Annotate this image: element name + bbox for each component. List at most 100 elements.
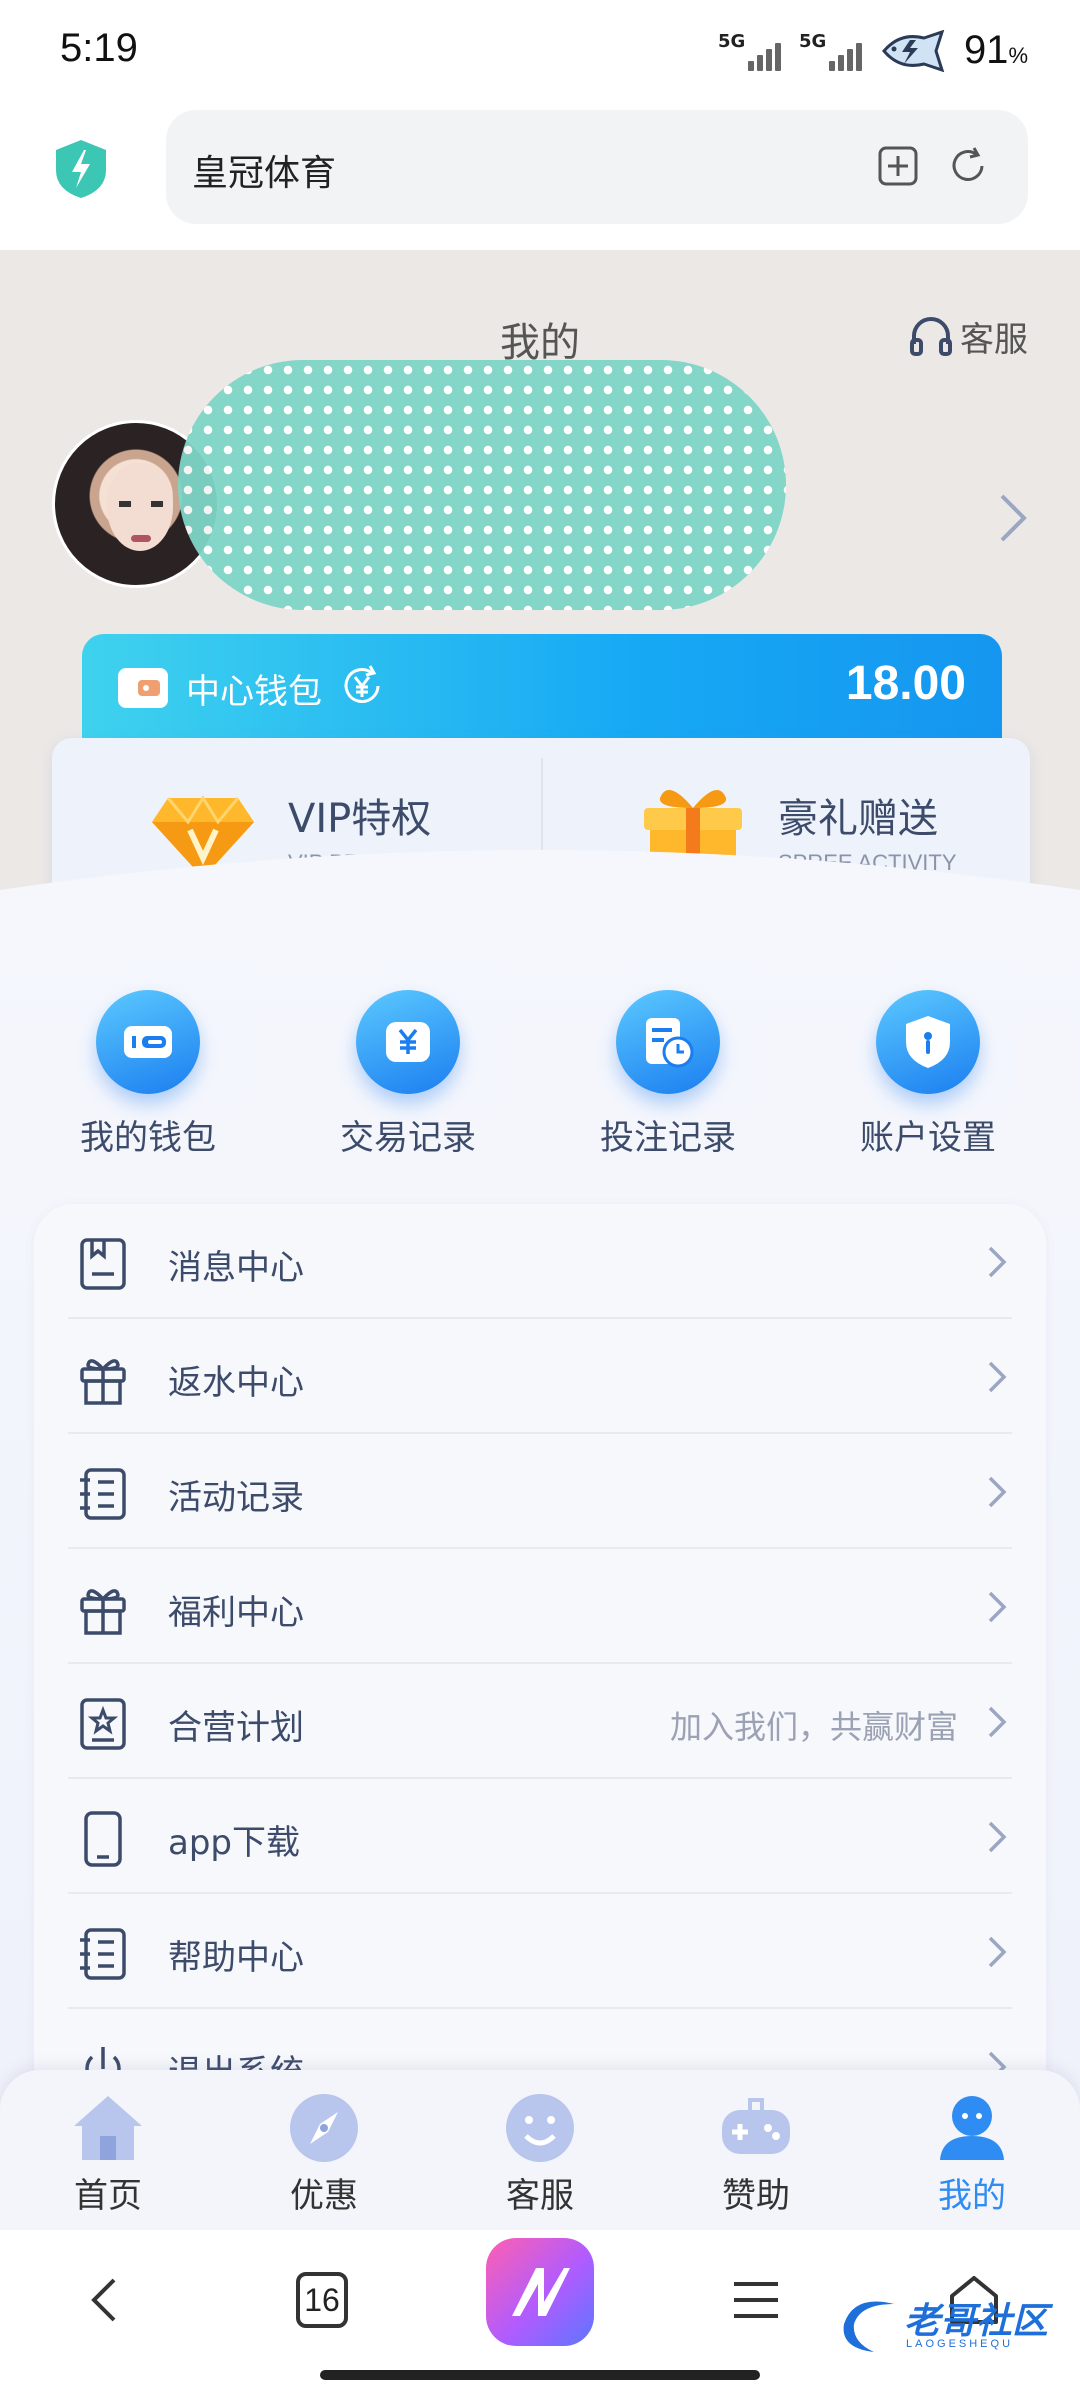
- tab-sponsor[interactable]: 赞助: [666, 2090, 846, 2220]
- tab-label: 赞助: [722, 2176, 790, 2216]
- customer-service-label[interactable]: 客服: [960, 312, 1028, 361]
- signal-bars-icon: [747, 42, 781, 71]
- browser-bar: 皇冠体育: [0, 100, 1080, 250]
- refresh-yuan-icon[interactable]: [338, 662, 386, 710]
- watermark: 老哥社区 LAOGESHEQU: [834, 2290, 1064, 2360]
- back-icon[interactable]: [76, 2270, 136, 2330]
- home-indicator[interactable]: [320, 2370, 760, 2380]
- menu-item-welfare[interactable]: 福利中心: [68, 1549, 1012, 1664]
- gift-icon: [80, 1589, 126, 1635]
- battery-level: 91%: [964, 28, 1028, 73]
- menu-list: 消息中心 返水中心 活动记录 福利中心 合营计划 加入我们，共赢财富 app下载: [34, 1204, 1046, 2104]
- tab-switcher-button[interactable]: 16: [296, 2272, 348, 2328]
- notebook-icon: [80, 1928, 126, 1980]
- chevron-right-icon: [988, 1476, 1007, 1508]
- signal-5g-2: 5G: [799, 31, 862, 71]
- user-icon: [940, 2096, 1004, 2160]
- tab-home[interactable]: 首页: [18, 2090, 198, 2220]
- chevron-right-icon: [988, 1361, 1007, 1393]
- panel-curve: [0, 850, 1080, 930]
- quick-bet-records[interactable]: 投注记录: [568, 990, 768, 1180]
- headset-icon: [910, 316, 952, 356]
- menu-item-rebate[interactable]: 返水中心: [68, 1319, 1012, 1434]
- quick-label: 账户设置: [860, 1118, 996, 1158]
- chevron-right-icon: [988, 1706, 1007, 1738]
- network-label: 5G: [798, 30, 827, 52]
- signal-5g-1: 5G: [718, 31, 781, 71]
- tab-label: 我的: [938, 2176, 1006, 2216]
- menu-label: app下载: [168, 1823, 300, 1863]
- menu-item-help[interactable]: 帮助中心: [68, 1894, 1012, 2009]
- menu-item-partnership[interactable]: 合营计划 加入我们，共赢财富: [68, 1664, 1012, 1779]
- wallet-amount: 18.00: [845, 657, 966, 710]
- center-wallet-banner[interactable]: 中心钱包 18.00: [82, 634, 1002, 744]
- wallet-label: 中心钱包: [186, 672, 322, 712]
- quick-account-settings[interactable]: 账户设置: [828, 990, 1028, 1180]
- menu-label: 活动记录: [168, 1478, 304, 1518]
- menu-item-app-download[interactable]: app下载: [68, 1779, 1012, 1894]
- redacted-username: [178, 360, 786, 610]
- avatar-lips: [131, 535, 151, 542]
- reload-icon[interactable]: [946, 144, 990, 188]
- menu-icon[interactable]: [726, 2270, 786, 2330]
- browser-nav-bar: 16 老哥社区 LAOGESHEQU: [0, 2230, 1080, 2400]
- menu-item-messages[interactable]: 消息中心: [68, 1204, 1012, 1319]
- smiley-icon: [506, 2094, 574, 2162]
- gamepad-icon: [722, 2098, 790, 2154]
- chevron-right-icon[interactable]: [998, 492, 1028, 544]
- security-shield-icon[interactable]: [52, 138, 110, 200]
- address-bar[interactable]: 皇冠体育: [166, 110, 1028, 224]
- battery-unit: %: [1008, 43, 1028, 68]
- status-bar: 5:19 5G 5G 91%: [0, 0, 1080, 100]
- tab-label: 首页: [74, 2176, 142, 2216]
- tab-promotions[interactable]: 优惠: [234, 2090, 414, 2220]
- battery-fish-icon: [881, 29, 945, 72]
- menu-item-activity-records[interactable]: 活动记录: [68, 1434, 1012, 1549]
- tab-label: 客服: [506, 2176, 574, 2216]
- browser-brand-button[interactable]: [486, 2238, 594, 2346]
- home-icon: [74, 2096, 142, 2160]
- message-icon: [80, 1238, 126, 1290]
- gift-icon: [80, 1359, 126, 1405]
- chevron-right-icon: [988, 1246, 1007, 1278]
- menu-label: 合营计划: [168, 1708, 304, 1748]
- watermark-subtext: LAOGESHEQU: [906, 2338, 1014, 2350]
- add-bookmark-icon[interactable]: [876, 144, 920, 188]
- address-text[interactable]: 皇冠体育: [192, 144, 336, 196]
- menu-hint: 加入我们，共赢财富: [669, 1708, 958, 1746]
- tab-mine[interactable]: 我的: [882, 2090, 1062, 2220]
- quick-label: 我的钱包: [80, 1118, 216, 1158]
- chevron-right-icon: [988, 1936, 1007, 1968]
- wallet-icon: [96, 990, 200, 1094]
- quick-my-wallet[interactable]: 我的钱包: [48, 990, 248, 1180]
- quick-label: 投注记录: [600, 1118, 736, 1158]
- watermark-text: 老哥社区: [904, 2301, 1049, 2342]
- brand-logo-icon: [512, 2268, 570, 2316]
- menu-label: 帮助中心: [168, 1938, 304, 1978]
- tab-customer-service[interactable]: 客服: [450, 2090, 630, 2220]
- dragon-logo-icon: [843, 2301, 894, 2352]
- customer-service-link[interactable]: 客服: [908, 312, 1028, 361]
- menu-label: 消息中心: [168, 1248, 304, 1288]
- compass-icon: [290, 2094, 358, 2162]
- bottom-tab-bar: 首页 优惠 客服 赞助 我的: [0, 2070, 1080, 2230]
- battery-value: 91: [963, 28, 1009, 72]
- wallet-card-icon: [118, 668, 168, 708]
- network-label: 5G: [717, 30, 746, 52]
- shield-icon: [876, 990, 980, 1094]
- signal-bars-icon: [828, 42, 862, 71]
- tab-label: 优惠: [290, 2176, 358, 2216]
- menu-label: 返水中心: [168, 1363, 304, 1403]
- yuan-icon: [356, 990, 460, 1094]
- phone-icon: [84, 1811, 122, 1867]
- page-content: 我的 客服 中心钱包 18.00 VIP特权 豪礼赠送 SPREE ACTIVI…: [0, 250, 1080, 2230]
- quick-transactions[interactable]: 交易记录: [308, 990, 508, 1180]
- chevron-right-icon: [988, 1821, 1007, 1853]
- status-time: 5:19: [60, 26, 138, 70]
- quick-label: 交易记录: [340, 1118, 476, 1158]
- quick-actions: 我的钱包 交易记录 投注记录 账户设置: [0, 990, 1080, 1180]
- notebook-icon: [80, 1468, 126, 1520]
- chevron-right-icon: [988, 1591, 1007, 1623]
- avatar-eyes: [119, 501, 163, 507]
- star-book-icon: [80, 1698, 126, 1750]
